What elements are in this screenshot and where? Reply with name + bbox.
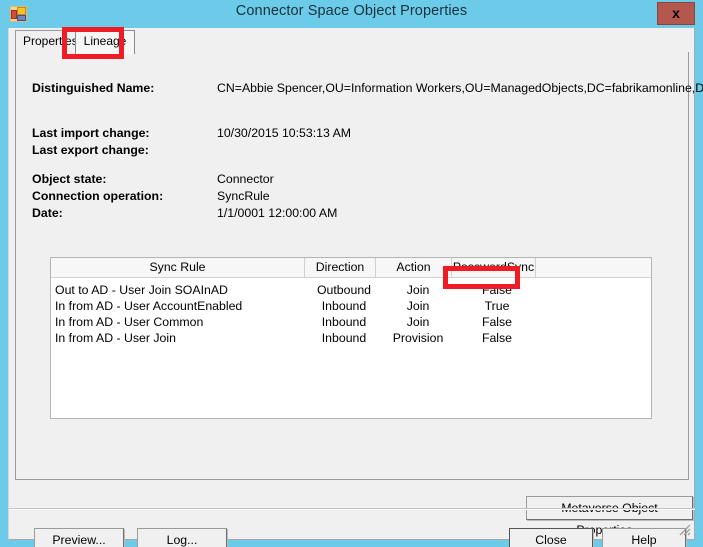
- object-state-label: Object state:: [32, 172, 107, 186]
- grid-column-sync-rule[interactable]: Sync Rule: [51, 258, 305, 277]
- help-button[interactable]: Help: [602, 528, 686, 547]
- cell-password-sync: True: [484, 299, 510, 313]
- cell-password-sync: False: [481, 331, 513, 345]
- tab-strip: Properties Lineage: [9, 28, 695, 54]
- connection-operation-label: Connection operation:: [32, 189, 164, 203]
- cell-action: Provision: [392, 331, 444, 345]
- table-row[interactable]: In from AD - User Join Inbound Provision…: [51, 330, 651, 346]
- cell-action: Join: [406, 283, 430, 297]
- date-label: Date:: [32, 206, 63, 220]
- tab-properties[interactable]: Properties: [15, 30, 78, 52]
- last-import-change-value: 10/30/2015 10:53:13 AM: [217, 126, 352, 140]
- cell-sync-rule: In from AD - User Common: [55, 315, 204, 329]
- tab-page-lineage: Distinguished Name: CN=Abbie Spencer,OU=…: [15, 52, 703, 537]
- date-value: 1/1/0001 12:00:00 AM: [217, 206, 338, 220]
- cell-direction: Inbound: [321, 299, 367, 313]
- distinguished-name-value: CN=Abbie Spencer,OU=Information Workers,…: [217, 81, 703, 95]
- cell-action: Join: [406, 315, 430, 329]
- close-button[interactable]: Close: [509, 528, 593, 547]
- dialog-window: Connector Space Object Properties x Prop…: [0, 0, 703, 547]
- cell-direction: Inbound: [321, 315, 367, 329]
- cell-direction: Outbound: [316, 283, 371, 297]
- close-icon[interactable]: x: [657, 2, 695, 25]
- button-bar-divider: [9, 508, 695, 510]
- object-state-value: Connector: [217, 172, 274, 186]
- grid-column-action[interactable]: Action: [376, 258, 452, 277]
- grid-column-direction[interactable]: Direction: [305, 258, 376, 277]
- last-import-change-label: Last import change:: [32, 126, 150, 140]
- cell-sync-rule: In from AD - User AccountEnabled: [55, 299, 243, 313]
- grid-column-password-sync[interactable]: PasswordSync: [452, 258, 536, 277]
- table-row[interactable]: In from AD - User AccountEnabled Inbound…: [51, 298, 651, 314]
- sync-rule-grid[interactable]: Sync Rule Direction Action PasswordSync …: [50, 257, 652, 419]
- resize-grip-icon[interactable]: [678, 523, 691, 536]
- cell-sync-rule: In from AD - User Join: [55, 331, 176, 345]
- preview-button[interactable]: Preview...: [34, 528, 124, 547]
- cell-direction: Inbound: [321, 331, 367, 345]
- client-area: Properties Lineage Distinguished Name: C…: [8, 28, 703, 547]
- grid-column-spacer[interactable]: [536, 258, 651, 277]
- log-button[interactable]: Log...: [137, 528, 227, 547]
- cell-sync-rule: Out to AD - User Join SOAInAD: [55, 283, 228, 297]
- cell-action: Join: [406, 299, 430, 313]
- tab-lineage[interactable]: Lineage: [75, 30, 135, 54]
- distinguished-name-label: Distinguished Name:: [32, 81, 155, 95]
- last-export-change-label: Last export change:: [32, 143, 149, 157]
- connection-operation-value: SyncRule: [217, 189, 270, 203]
- cell-password-sync: False: [481, 283, 513, 297]
- title-bar: Connector Space Object Properties x: [0, 0, 703, 28]
- table-row[interactable]: In from AD - User Common Inbound Join Fa…: [51, 314, 651, 330]
- window-title: Connector Space Object Properties: [235, 3, 468, 19]
- table-row[interactable]: Out to AD - User Join SOAInAD Outbound J…: [51, 282, 651, 298]
- cell-password-sync: False: [481, 315, 513, 329]
- grid-header-row: Sync Rule Direction Action PasswordSync: [51, 258, 651, 278]
